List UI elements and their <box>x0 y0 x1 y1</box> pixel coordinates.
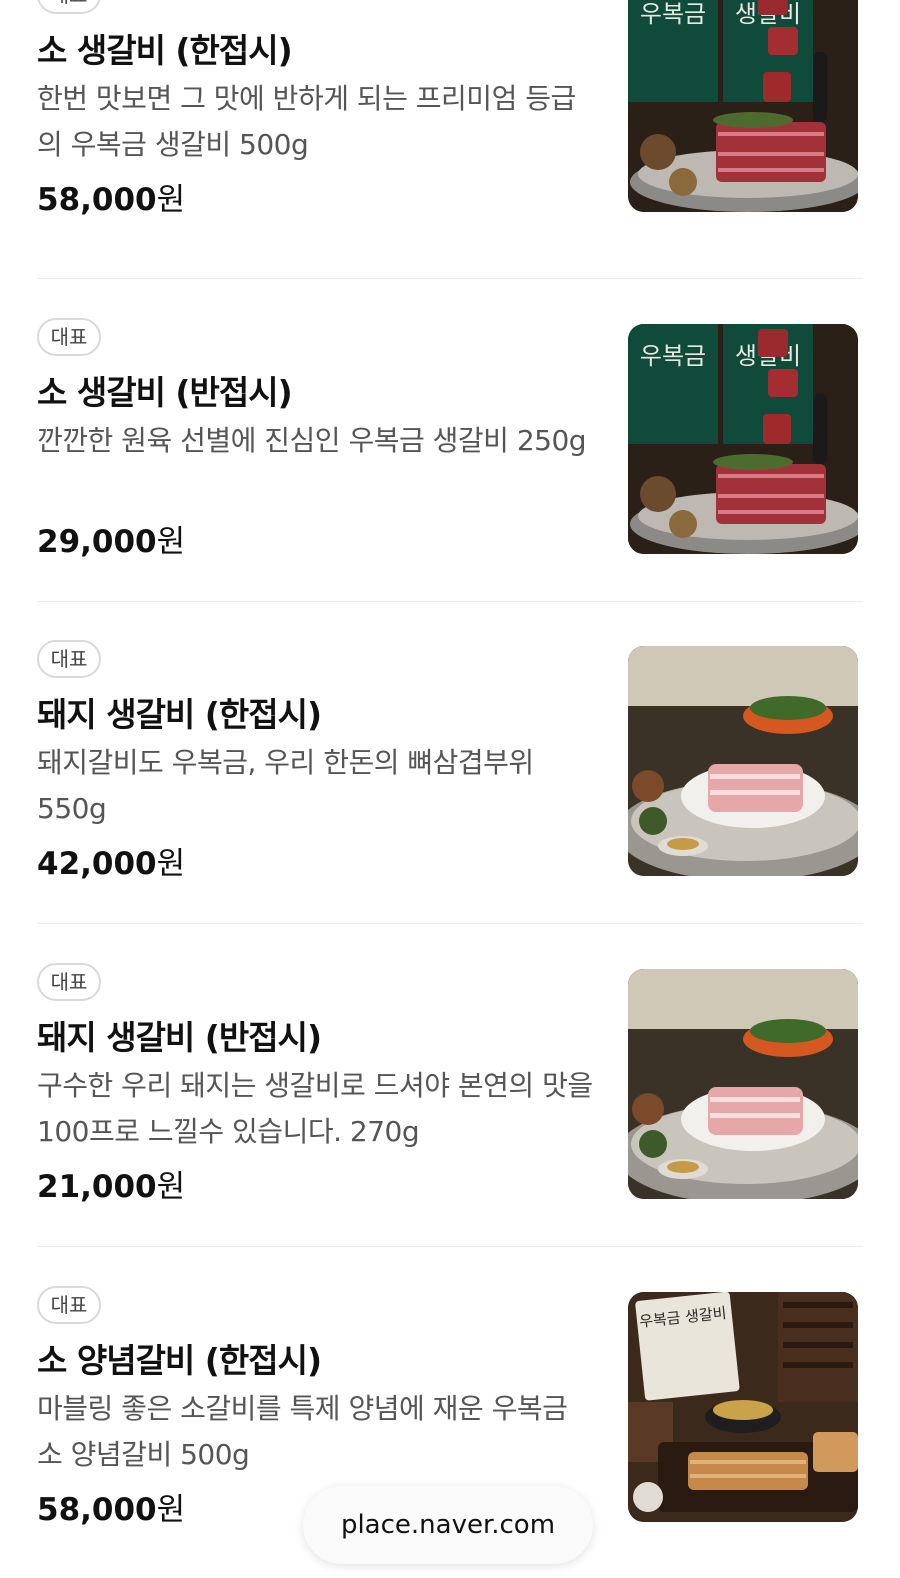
price-currency: 원 <box>156 524 186 560</box>
marinated-beef-ribs-photo-icon[interactable]: 우복금 생갈비 <box>628 1292 858 1522</box>
menu-item-description: 돼지갈비도 우복금, 우리 한돈의 뼈삼겹부위 550g <box>37 746 534 825</box>
sign-text-left: 우복금 <box>640 0 706 28</box>
menu-item[interactable]: 대표 소 생갈비 (한접시) 한번 맛보면 그 맛에 반하게 되는 프리미엄 등… <box>37 0 863 256</box>
pork-ribs-photo-icon[interactable] <box>628 969 858 1199</box>
browser-url-bar[interactable]: place.naver.com <box>303 1486 593 1564</box>
beef-ribs-photo-icon[interactable]: 우복금 생갈비 <box>628 324 858 554</box>
item-divider <box>37 923 863 924</box>
price-currency: 원 <box>156 182 186 218</box>
representative-badge: 대표 <box>37 640 101 678</box>
menu-item[interactable]: 대표 돼지 생갈비 (반접시) 구수한 우리 돼지는 생갈비로 드셔야 본연의 … <box>37 963 863 1243</box>
menu-item-price: 21,000원 <box>37 1161 185 1206</box>
menu-item-price: 58,000원 <box>37 1484 185 1529</box>
price-currency: 원 <box>156 1169 186 1205</box>
menu-item-name[interactable]: 소 생갈비 (한접시) <box>37 24 597 72</box>
menu-item-name[interactable]: 소 생갈비 (반접시) <box>37 366 597 414</box>
menu-item-price: 29,000원 <box>37 516 185 561</box>
item-divider <box>37 601 863 602</box>
menu-item-description: 마블링 좋은 소갈비를 특제 양념에 재운 우복금 소 양념갈비 500g <box>37 1392 568 1471</box>
menu-item-description: 한번 맛보면 그 맛에 반하게 되는 프리미엄 등급의 우복금 생갈비 500g <box>37 82 576 161</box>
price-value: 29,000 <box>37 524 157 560</box>
representative-badge: 대표 <box>37 0 101 14</box>
pork-ribs-photo-icon[interactable] <box>628 646 858 876</box>
menu-item-name[interactable]: 돼지 생갈비 (한접시) <box>37 688 597 736</box>
price-value: 58,000 <box>37 1492 157 1528</box>
representative-badge: 대표 <box>37 318 101 356</box>
item-divider <box>37 278 863 279</box>
menu-item-name[interactable]: 돼지 생갈비 (반접시) <box>37 1011 597 1059</box>
price-value: 21,000 <box>37 1169 157 1205</box>
price-value: 58,000 <box>37 182 157 218</box>
beef-ribs-photo-icon[interactable]: 우복금 생갈비 <box>628 0 858 212</box>
price-currency: 원 <box>156 846 186 882</box>
item-divider <box>37 1246 863 1247</box>
menu-item-name[interactable]: 소 양념갈비 (한접시) <box>37 1334 597 1382</box>
sign-text-left: 우복금 <box>640 342 706 370</box>
menu-item-price: 42,000원 <box>37 838 185 883</box>
price-currency: 원 <box>156 1492 186 1528</box>
representative-badge: 대표 <box>37 1286 101 1324</box>
menu-item-description: 깐깐한 원육 선별에 진심인 우복금 생갈비 250g <box>37 424 587 457</box>
menu-item[interactable]: 대표 소 생갈비 (반접시) 깐깐한 원육 선별에 진심인 우복금 생갈비 25… <box>37 318 863 598</box>
menu-item[interactable]: 대표 돼지 생갈비 (한접시) 돼지갈비도 우복금, 우리 한돈의 뼈삼겹부위 … <box>37 640 863 920</box>
menu-item-price: 58,000원 <box>37 174 185 219</box>
representative-badge: 대표 <box>37 963 101 1001</box>
price-value: 42,000 <box>37 846 157 882</box>
menu-item-description: 구수한 우리 돼지는 생갈비로 드셔야 본연의 맛을 100프로 느낄수 있습니… <box>37 1069 593 1148</box>
